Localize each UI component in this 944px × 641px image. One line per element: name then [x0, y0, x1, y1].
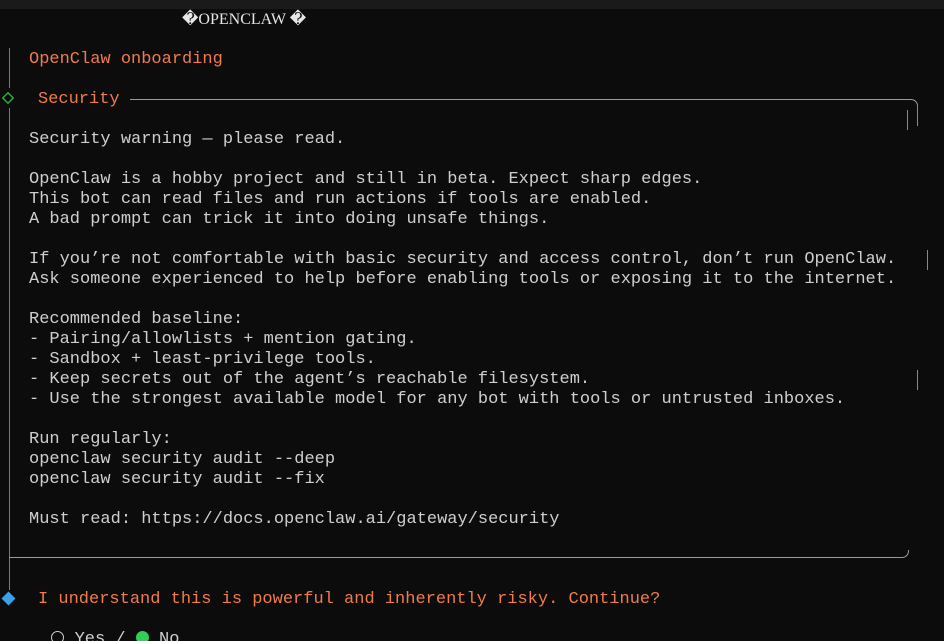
- content-line: - Use the strongest available model for …: [29, 390, 846, 409]
- content-line: - Pairing/allowlists + mention gating.: [29, 330, 417, 349]
- confirm-question: I understand this is powerful and inhere…: [38, 590, 661, 609]
- confirm-options: Yes / No: [31, 610, 179, 641]
- window-title: �OPENCLAW �: [182, 11, 307, 28]
- window-top-band: [0, 0, 944, 9]
- options-separator: /: [115, 630, 126, 641]
- section-box-bottom-border: [9, 557, 902, 558]
- content-line: Security warning — please read.: [29, 130, 346, 149]
- content-line: If you’re not comfortable with basic sec…: [29, 250, 897, 269]
- yes-option[interactable]: Yes: [51, 630, 105, 641]
- content-line: openclaw security audit --fix: [29, 470, 325, 489]
- content-line: Run regularly:: [29, 430, 172, 449]
- yes-label: Yes: [74, 630, 106, 641]
- content-line: Ask someone experienced to help before e…: [29, 270, 897, 289]
- content-line: openclaw security audit --deep: [29, 450, 336, 469]
- right-edge-bar: [917, 370, 918, 390]
- content-line: A bad prompt can trick it into doing uns…: [29, 210, 550, 229]
- section-box-left-border: [9, 108, 10, 560]
- radio-selected-icon: [135, 631, 149, 641]
- section-title: Security: [38, 90, 120, 109]
- no-option[interactable]: No: [135, 630, 180, 641]
- gutter-bar-bottom: [9, 560, 10, 590]
- section-box-bottom-right-corner: [901, 550, 909, 558]
- gutter-bar-top: [9, 48, 10, 88]
- content-line: - Keep secrets out of the agent’s reacha…: [29, 370, 591, 389]
- diamond-outline-icon: [2, 92, 14, 104]
- section-box-right-border-a: [917, 106, 918, 126]
- content-line: OpenClaw is a hobby project and still in…: [29, 170, 703, 189]
- content-line: Must read: https://docs.openclaw.ai/gate…: [29, 510, 560, 529]
- section-box-top-border: [130, 99, 912, 100]
- radio-empty-icon: [51, 631, 65, 641]
- section-box-right-border-b: [907, 110, 908, 130]
- right-edge-bar: [927, 250, 928, 270]
- content-line: - Sandbox + least-privilege tools.: [29, 350, 376, 369]
- no-label: No: [159, 630, 180, 641]
- diamond-filled-icon: [1, 591, 16, 606]
- onboarding-header: OpenClaw onboarding: [29, 50, 223, 69]
- content-line: This bot can read files and run actions …: [29, 190, 652, 209]
- content-line: Recommended baseline:: [29, 310, 244, 329]
